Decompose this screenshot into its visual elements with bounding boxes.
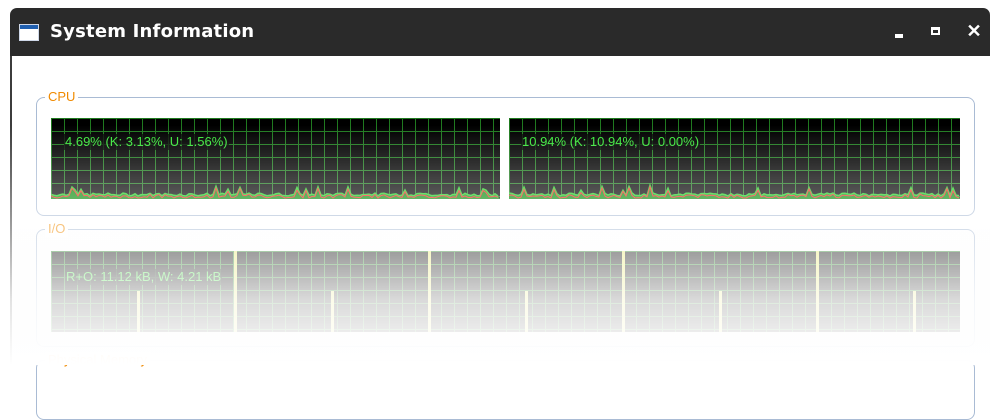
cpu-graph-2-plot (509, 182, 960, 199)
io-spike (816, 251, 819, 332)
cpu-graph-2: 10.94% (K: 10.94%, U: 0.00%) (509, 118, 960, 199)
io-spike (137, 291, 140, 332)
io-spike (622, 251, 625, 332)
cpu-graph-2-usage-line (509, 182, 960, 198)
cpu-graph-2-text: 10.94% (K: 10.94%, U: 0.00%) (521, 134, 701, 150)
cpu-graph-1-plot (51, 183, 500, 199)
window-title: System Information (50, 21, 255, 42)
io-group: I/O R+O: 11.12 kB, W: 4.21 kB (36, 221, 975, 347)
cpu-group-label: CPU (45, 89, 79, 105)
io-spike (913, 291, 916, 332)
io-graph-plot (137, 251, 916, 332)
close-icon: ✕ (966, 21, 982, 41)
cpu-group: CPU 4.69% (K: 3.13%, U: 1.56%) 10.94% (K… (36, 89, 975, 216)
minimize-icon (895, 34, 903, 38)
cpu-graph-1: 4.69% (K: 3.13%, U: 1.56%) (51, 118, 500, 199)
io-group-label: I/O (45, 221, 69, 237)
io-graph-text: R+O: 11.12 kB, W: 4.21 kB (65, 269, 223, 285)
maximize-button[interactable] (925, 22, 947, 42)
window-client-area: CPU 4.69% (K: 3.13%, U: 1.56%) 10.94% (K… (10, 56, 990, 420)
io-spike (331, 291, 334, 332)
physical-memory-group-label: Physical Memory (45, 352, 150, 368)
io-spike (428, 251, 431, 332)
maximize-icon (931, 27, 940, 35)
io-spike (719, 291, 722, 332)
io-graph: R+O: 11.12 kB, W: 4.21 kB (51, 251, 960, 332)
physical-memory-group: Physical Memory (36, 352, 975, 420)
io-spike (525, 291, 528, 332)
cpu-graph-1-text: 4.69% (K: 3.13%, U: 1.56%) (64, 134, 229, 150)
minimize-button[interactable] (888, 22, 910, 42)
io-spike (234, 251, 237, 332)
close-button[interactable]: ✕ (963, 21, 985, 42)
title-bar[interactable]: System Information ✕ (10, 8, 990, 56)
cpu-graph-1-usage-line (51, 183, 499, 197)
window-icon (19, 24, 39, 41)
io-spikes (137, 251, 916, 332)
system-information-window: System Information ✕ CPU 4.69% (K: 3.13%… (10, 8, 990, 420)
